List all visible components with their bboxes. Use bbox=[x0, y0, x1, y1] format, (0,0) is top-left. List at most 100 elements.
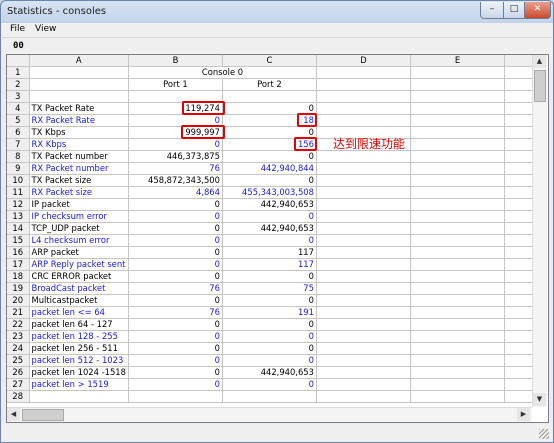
cell[interactable] bbox=[410, 126, 505, 139]
port-2-header[interactable]: Port 2 bbox=[222, 78, 317, 91]
row-label[interactable]: TX Packet size bbox=[29, 174, 129, 187]
row-label[interactable]: packet len 1024 -1518 bbox=[29, 366, 129, 379]
port-1-value[interactable]: 0 bbox=[128, 210, 223, 223]
row-header[interactable]: 28 bbox=[7, 390, 30, 403]
row-header[interactable]: 17 bbox=[7, 258, 30, 271]
row-header[interactable]: 22 bbox=[7, 318, 30, 331]
port-2-value[interactable]: 0 bbox=[222, 318, 317, 331]
row-header[interactable]: 26 bbox=[7, 366, 30, 379]
cell[interactable] bbox=[410, 138, 505, 151]
cell[interactable] bbox=[316, 198, 411, 211]
cell[interactable] bbox=[316, 162, 411, 175]
vertical-scroll-thumb[interactable] bbox=[534, 70, 546, 102]
title-bar[interactable]: Statistics - consoles – □ ✕ bbox=[1, 1, 553, 23]
cell[interactable] bbox=[410, 282, 505, 295]
port-2-value[interactable] bbox=[222, 390, 317, 403]
row-header[interactable]: 11 bbox=[7, 186, 30, 199]
port-2-value[interactable]: 0 bbox=[222, 210, 317, 223]
port-2-value[interactable]: 0 bbox=[222, 150, 317, 163]
port-2-value[interactable]: 0 bbox=[222, 342, 317, 355]
close-button[interactable]: ✕ bbox=[524, 2, 551, 19]
menu-file[interactable]: File bbox=[10, 24, 25, 34]
row-label[interactable]: Multicastpacket bbox=[29, 294, 129, 307]
cell[interactable] bbox=[410, 306, 505, 319]
scroll-right-icon[interactable]: ▶ bbox=[517, 408, 530, 421]
port-1-value[interactable]: 76 bbox=[128, 162, 223, 175]
row-label[interactable]: L4 checksum error bbox=[29, 234, 129, 247]
row-label[interactable]: RX Kbps bbox=[29, 138, 129, 151]
cell[interactable] bbox=[222, 90, 317, 103]
port-2-value[interactable]: 0 bbox=[222, 174, 317, 187]
port-2-value[interactable]: 0 bbox=[222, 294, 317, 307]
port-1-value[interactable]: 76 bbox=[128, 282, 223, 295]
port-1-value[interactable]: 0 bbox=[128, 246, 223, 259]
corner-cell[interactable] bbox=[7, 55, 30, 67]
row-header[interactable]: 12 bbox=[7, 198, 30, 211]
port-2-value[interactable]: 191 bbox=[222, 306, 317, 319]
port-2-value[interactable]: 117 bbox=[222, 258, 317, 271]
row-label[interactable]: TX Kbps bbox=[29, 126, 129, 139]
port-1-value[interactable]: 0 bbox=[128, 318, 223, 331]
cell[interactable] bbox=[410, 162, 505, 175]
cell[interactable] bbox=[316, 294, 411, 307]
column-header-b[interactable]: B bbox=[128, 55, 223, 67]
row-header[interactable]: 8 bbox=[7, 150, 30, 163]
row-label[interactable]: packet len 256 - 511 bbox=[29, 342, 129, 355]
port-2-value[interactable]: 0 bbox=[222, 330, 317, 343]
cell[interactable] bbox=[316, 102, 411, 115]
row-label[interactable]: IP packet bbox=[29, 198, 129, 211]
row-label[interactable]: packet len <= 64 bbox=[29, 306, 129, 319]
cell[interactable] bbox=[316, 66, 411, 79]
cell[interactable] bbox=[316, 114, 411, 127]
column-header-c[interactable]: C bbox=[222, 55, 317, 67]
cell[interactable] bbox=[316, 174, 411, 187]
scroll-left-icon[interactable]: ◀ bbox=[7, 408, 20, 421]
cell[interactable] bbox=[316, 258, 411, 271]
cell[interactable] bbox=[410, 354, 505, 367]
row-label[interactable]: packet len 512 - 1023 bbox=[29, 354, 129, 367]
row-header[interactable]: 9 bbox=[7, 162, 30, 175]
cell[interactable] bbox=[316, 90, 411, 103]
row-label[interactable]: RX Packet Rate bbox=[29, 114, 129, 127]
cell[interactable] bbox=[410, 90, 505, 103]
row-header[interactable]: 15 bbox=[7, 234, 30, 247]
menu-view[interactable]: View bbox=[35, 24, 56, 34]
port-2-value[interactable]: 117 bbox=[222, 246, 317, 259]
cell[interactable] bbox=[316, 270, 411, 283]
row-label[interactable]: RX Packet number bbox=[29, 162, 129, 175]
cell[interactable] bbox=[410, 66, 505, 79]
port-1-value[interactable]: 0 bbox=[128, 138, 223, 151]
cell[interactable] bbox=[316, 354, 411, 367]
row-header[interactable]: 21 bbox=[7, 306, 30, 319]
row-label[interactable]: TX Packet Rate bbox=[29, 102, 129, 115]
row-header[interactable]: 4 bbox=[7, 102, 30, 115]
port-2-value[interactable]: 75 bbox=[222, 282, 317, 295]
row-header[interactable]: 27 bbox=[7, 378, 30, 391]
port-2-value[interactable]: 0 bbox=[222, 270, 317, 283]
port-2-value[interactable]: 0 bbox=[222, 378, 317, 391]
scroll-up-icon[interactable]: ▲ bbox=[533, 55, 546, 68]
row-header[interactable]: 13 bbox=[7, 210, 30, 223]
cell[interactable] bbox=[316, 390, 411, 403]
port-1-value[interactable]: 0 bbox=[128, 198, 223, 211]
port-2-value[interactable]: 0 bbox=[222, 234, 317, 247]
row-header[interactable]: 7 bbox=[7, 138, 30, 151]
cell[interactable] bbox=[410, 366, 505, 379]
row-label[interactable] bbox=[29, 390, 129, 403]
column-header-e[interactable]: E bbox=[410, 55, 505, 67]
cell[interactable] bbox=[316, 282, 411, 295]
row-header[interactable]: 19 bbox=[7, 282, 30, 295]
port-1-value[interactable]: 458,872,343,500 bbox=[128, 174, 223, 187]
cell[interactable] bbox=[410, 270, 505, 283]
port-1-value[interactable]: 0 bbox=[128, 354, 223, 367]
row-header[interactable]: 18 bbox=[7, 270, 30, 283]
cell[interactable] bbox=[316, 234, 411, 247]
row-header[interactable]: 10 bbox=[7, 174, 30, 187]
port-1-value[interactable]: 446,373,875 bbox=[128, 150, 223, 163]
row-label[interactable]: IP checksum error bbox=[29, 210, 129, 223]
cell[interactable] bbox=[410, 150, 505, 163]
cell[interactable] bbox=[410, 294, 505, 307]
cell[interactable] bbox=[29, 78, 129, 91]
cell[interactable] bbox=[410, 198, 505, 211]
cell[interactable] bbox=[316, 186, 411, 199]
